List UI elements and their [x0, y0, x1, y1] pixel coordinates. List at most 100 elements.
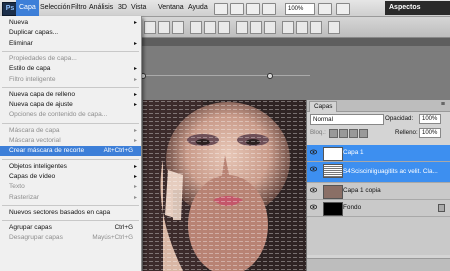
- menu-item-label: Eliminar: [9, 39, 33, 47]
- layer-row[interactable]: Capa 1 copia: [307, 183, 450, 200]
- menu-item-label: Propiedades de capa...: [9, 54, 77, 62]
- align-bottom-icon[interactable]: [172, 21, 184, 34]
- options-bar: [140, 17, 450, 38]
- layer-row[interactable]: S4Scisciniiguagitits ac velit. Cla...: [307, 162, 450, 183]
- auto-align-icon[interactable]: [328, 21, 340, 34]
- tab-capas[interactable]: Capas: [309, 101, 338, 112]
- visibility-eye-icon[interactable]: [309, 187, 318, 193]
- visibility-eye-icon[interactable]: [309, 204, 318, 210]
- blend-mode-select[interactable]: Normal: [310, 114, 384, 125]
- layer-thumbnail[interactable]: [323, 164, 343, 178]
- fill-input[interactable]: 100%: [419, 128, 441, 138]
- lock-image-icon[interactable]: [339, 129, 348, 138]
- menu-item-shortcut: Alt+Ctrl+G: [103, 147, 133, 155]
- menu-item[interactable]: Agrupar capas Ctrl+G: [0, 223, 141, 233]
- menu-item-label: Duplicar capas...: [9, 29, 59, 37]
- align-top-icon[interactable]: [144, 21, 156, 34]
- distribute-right-icon[interactable]: [310, 21, 322, 34]
- layer-menu-dropdown: Nueva ▸ Duplicar capas... Eliminar ▸ Propieda…: [0, 16, 142, 271]
- document-image[interactable]: [143, 100, 313, 271]
- menu-item-label: Objetos inteligentes: [9, 162, 67, 170]
- lock-transparent-icon[interactable]: [329, 129, 338, 138]
- menu-item-shortcut: Ctrl+G: [114, 224, 133, 232]
- mini-bridge-icon[interactable]: [230, 3, 244, 15]
- menu-analisis[interactable]: Análisis: [89, 0, 113, 16]
- menu-item-label: Estilo de capa: [9, 65, 51, 73]
- submenu-arrow-icon: ▸: [133, 40, 137, 47]
- menu-item: Texto ▸: [0, 182, 141, 192]
- align-left-icon[interactable]: [190, 21, 202, 34]
- align-right-icon[interactable]: [218, 21, 230, 34]
- distribute-left-icon[interactable]: [282, 21, 294, 34]
- menu-item[interactable]: Nueva capa de ajuste ▸: [0, 100, 141, 110]
- visibility-eye-icon[interactable]: [309, 149, 318, 155]
- menu-filtro[interactable]: Filtro: [71, 0, 87, 16]
- menu-item[interactable]: Crear máscara de recorte Alt+Ctrl+G: [0, 146, 141, 157]
- submenu-arrow-icon: ▸: [133, 163, 137, 170]
- zoom-level[interactable]: 100%: [285, 3, 315, 15]
- menu-item: Máscara vectorial ▸: [0, 136, 141, 146]
- opacity-label: Opacidad:: [385, 115, 414, 122]
- layer-name[interactable]: Capa 1: [343, 145, 364, 161]
- menu-ventana[interactable]: Ventana: [158, 0, 184, 16]
- layer-name[interactable]: Fondo: [343, 200, 361, 216]
- menu-item-label: Filtro inteligente: [9, 75, 56, 83]
- menu-3d[interactable]: 3D: [118, 0, 127, 16]
- lock-position-icon[interactable]: [349, 129, 358, 138]
- menu-capa[interactable]: Capa: [16, 0, 39, 16]
- menu-item[interactable]: Nueva ▸: [0, 18, 141, 28]
- transform-handle-center[interactable]: [267, 73, 273, 79]
- layer-row[interactable]: Capa 1: [307, 145, 450, 162]
- submenu-arrow-icon: ▸: [133, 66, 137, 73]
- layers-list: Capa 1 S4Scisciniiguagitits ac velit. Cla…: [307, 145, 450, 255]
- menu-seleccion[interactable]: Selección: [40, 0, 70, 16]
- menu-item-label: Capas de vídeo: [9, 172, 56, 180]
- layer-thumbnail[interactable]: [323, 147, 343, 161]
- align-middle-icon[interactable]: [158, 21, 170, 34]
- menu-ayuda[interactable]: Ayuda: [188, 0, 208, 16]
- submenu-arrow-icon: ▸: [133, 91, 137, 98]
- document-tab-bar: [140, 38, 450, 46]
- visibility-eye-icon[interactable]: [309, 166, 318, 172]
- screen-mode-icon[interactable]: [336, 3, 350, 15]
- layer-name[interactable]: Capa 1 copia: [343, 183, 381, 199]
- panel-menu-icon[interactable]: ≡: [441, 101, 445, 108]
- layer-thumbnail[interactable]: [323, 185, 343, 199]
- submenu-arrow-icon: ▸: [133, 20, 137, 26]
- align-center-icon[interactable]: [204, 21, 216, 34]
- menu-item: Máscara de capa ▸: [0, 126, 141, 136]
- menu-item-label: Agrupar capas: [9, 224, 52, 232]
- distribute-middle-icon[interactable]: [250, 21, 262, 34]
- submenu-arrow-icon: ▸: [133, 184, 137, 191]
- menu-item-label: Nueva capa de relleno: [9, 90, 75, 98]
- menu-vista[interactable]: Vista: [131, 0, 146, 16]
- menu-item[interactable]: Capas de vídeo ▸: [0, 172, 141, 182]
- menu-item[interactable]: Estilo de capa ▸: [0, 64, 141, 74]
- lock-label: Bloq.:: [310, 129, 326, 136]
- distribute-top-icon[interactable]: [236, 21, 248, 34]
- distribute-bottom-icon[interactable]: [264, 21, 276, 34]
- portrait-image: [143, 100, 313, 271]
- menu-item[interactable]: Nueva capa de relleno ▸: [0, 90, 141, 100]
- layers-panel: Capas ≡ Normal Opacidad: 100% Bloq.: Rel…: [306, 100, 450, 271]
- menu-item: Filtro inteligente ▸: [0, 75, 141, 85]
- menu-item-label: Texto: [9, 183, 25, 191]
- distribute-center-icon[interactable]: [296, 21, 308, 34]
- layer-name[interactable]: S4Scisciniiguagitits ac velit. Cla...: [343, 162, 438, 182]
- workspace-switcher[interactable]: Aspectos esenciales: [385, 1, 450, 25]
- hand-tool-icon[interactable]: [262, 3, 276, 15]
- menu-item[interactable]: Eliminar ▸: [0, 39, 141, 49]
- submenu-arrow-icon: ▸: [133, 194, 137, 201]
- menu-item[interactable]: Nuevos sectores basados en capa: [0, 208, 141, 218]
- menu-item[interactable]: Duplicar capas...: [0, 28, 141, 38]
- menu-item[interactable]: Objetos inteligentes ▸: [0, 162, 141, 172]
- bridge-icon[interactable]: [214, 3, 228, 15]
- layer-row[interactable]: Fondo: [307, 200, 450, 217]
- menu-item-label: Desagrupar capas: [9, 234, 63, 242]
- guides-icon[interactable]: [246, 3, 260, 15]
- arrange-documents-icon[interactable]: [318, 3, 332, 15]
- layer-thumbnail[interactable]: [323, 202, 343, 216]
- lock-all-icon[interactable]: [359, 129, 368, 138]
- menu-item: Propiedades de capa...: [0, 54, 141, 64]
- opacity-input[interactable]: 100%: [419, 114, 441, 124]
